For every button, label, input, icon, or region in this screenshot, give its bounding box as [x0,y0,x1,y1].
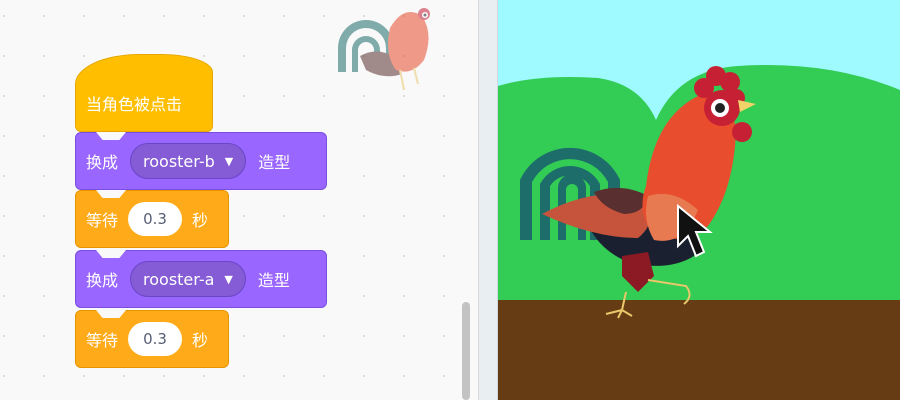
code-area[interactable]: 当角色被点击 换成 rooster-b ▼ 造型 等待 0.3 秒 换成 roo… [0,0,478,400]
switch-costume-block[interactable]: 换成 rooster-a ▼ 造型 [75,250,327,308]
stage[interactable] [498,0,900,400]
wait-prefix: 等待 [86,331,119,350]
wait-seconds-block[interactable]: 等待 0.3 秒 [75,190,229,248]
block-notch [96,132,126,140]
dropdown-arrow-icon: ▼ [224,154,234,168]
switch-costume-prefix: 换成 [86,271,119,290]
wait-prefix: 等待 [86,211,119,230]
costume-dropdown-value: rooster-a [143,269,215,289]
when-sprite-clicked-hat-block[interactable]: 当角色被点击 [75,54,213,132]
switch-costume-suffix: 造型 [258,153,291,172]
mouse-cursor-icon [677,203,713,258]
block-notch [96,310,126,318]
switch-costume-suffix: 造型 [257,271,290,290]
dropdown-arrow-icon: ▼ [224,272,233,286]
costume-dropdown[interactable]: rooster-b ▼ [130,143,247,179]
wait-seconds-block[interactable]: 等待 0.3 秒 [75,310,229,368]
hat-block-label: 当角色被点击 [86,95,183,114]
switch-costume-block[interactable]: 换成 rooster-b ▼ 造型 [75,132,327,190]
costume-dropdown-value: rooster-b [143,151,215,171]
block-notch [96,250,126,258]
code-area-scrollbar[interactable] [462,302,470,400]
switch-costume-prefix: 换成 [86,153,119,172]
costume-dropdown[interactable]: rooster-a ▼ [130,261,246,297]
sprite-watermark-icon [338,8,430,91]
wait-seconds-input[interactable]: 0.3 [128,202,183,236]
pane-divider [478,0,498,400]
wait-seconds-input[interactable]: 0.3 [128,322,183,356]
wait-suffix: 秒 [192,211,209,230]
block-notch [96,190,126,198]
wait-suffix: 秒 [192,331,209,350]
